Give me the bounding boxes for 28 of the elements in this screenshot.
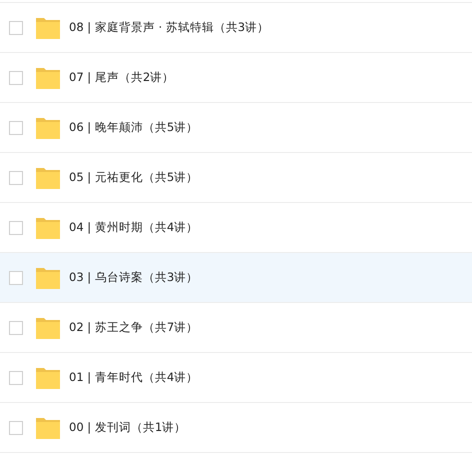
folder-icon [36,316,60,338]
folder-name: 00 | 发刊词（共1讲） [69,418,186,436]
checkbox[interactable] [9,370,23,384]
folder-icon [36,216,60,238]
folder-icon [36,66,60,88]
folder-name: 08 | 家庭背景声 · 苏轼特辑（共3讲） [69,18,270,36]
checkbox[interactable] [9,320,23,334]
folder-icon [36,366,60,388]
folder-icon [36,16,60,38]
folder-row[interactable]: 03 | 乌台诗案（共3讲） [0,253,472,303]
folder-name: 03 | 乌台诗案（共3讲） [69,268,198,286]
folder-name: 07 | 尾声（共2讲） [69,68,174,86]
folder-name: 06 | 晚年颠沛（共5讲） [69,118,198,136]
checkbox[interactable] [9,70,23,84]
checkbox[interactable] [9,220,23,234]
folder-name: 01 | 青年时代（共4讲） [69,368,198,386]
folder-icon [36,266,60,288]
folder-icon [36,166,60,188]
folder-icon [36,116,60,138]
folder-name: 02 | 苏王之争（共7讲） [69,318,198,336]
folder-icon [36,416,60,438]
checkbox[interactable] [9,20,23,34]
checkbox[interactable] [9,120,23,134]
folder-name: 05 | 元祐更化（共5讲） [69,168,198,186]
checkbox[interactable] [9,170,23,184]
checkbox[interactable] [9,420,23,434]
checkbox[interactable] [9,270,23,284]
folder-name: 04 | 黄州时期（共4讲） [69,218,198,236]
